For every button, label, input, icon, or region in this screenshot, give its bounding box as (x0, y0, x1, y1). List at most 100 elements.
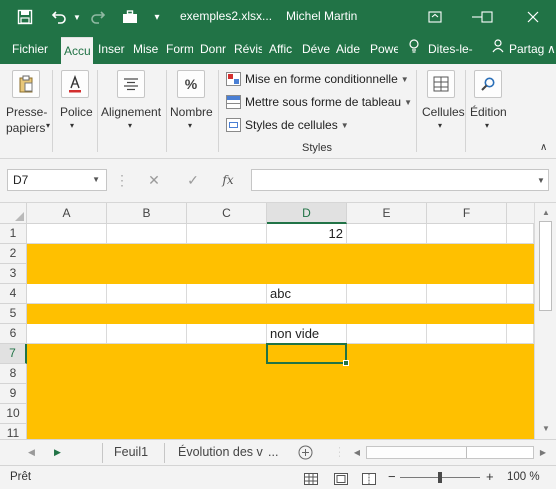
active-cell-selection[interactable] (266, 343, 349, 366)
enter-icon[interactable]: ✓ (182, 169, 204, 191)
scroll-left-icon[interactable]: ◀ (350, 446, 364, 459)
cell-a8[interactable] (27, 364, 107, 384)
row-header-1[interactable]: 1 (0, 224, 27, 244)
clipboard-dropdown-icon[interactable]: ▾ (46, 121, 50, 130)
format-as-table-button[interactable]: Mettre sous forme de tableau ▼ (226, 92, 412, 112)
cell-f9[interactable] (427, 384, 507, 404)
select-all-button[interactable] (0, 203, 27, 224)
cell-a2[interactable] (27, 244, 107, 264)
more-sheets-button[interactable]: ... (268, 440, 288, 465)
tab-revision[interactable]: Révis (234, 34, 262, 64)
expand-formula-bar-icon[interactable]: ▼ (534, 169, 548, 191)
column-header-c[interactable]: C (187, 203, 267, 224)
cell-e3[interactable] (347, 264, 427, 284)
cell-d6[interactable]: non vide (267, 324, 347, 344)
alignment-label[interactable]: Alignement (101, 105, 161, 119)
cell-c9[interactable] (187, 384, 267, 404)
cell-d8[interactable] (267, 364, 347, 384)
cell-c8[interactable] (187, 364, 267, 384)
name-box[interactable]: D7 ▼ (7, 169, 107, 191)
tab-affichage[interactable]: Affic (269, 34, 295, 64)
zoom-out-button[interactable]: − (388, 466, 396, 489)
tab-donnees[interactable]: Donr (200, 34, 227, 64)
cell-c6[interactable] (187, 324, 267, 344)
cell-f7[interactable] (427, 344, 507, 364)
cell-a1[interactable] (27, 224, 107, 244)
sheet-tab-evolution[interactable]: Évolution des v (178, 440, 266, 465)
cell-e5[interactable] (347, 304, 427, 324)
scroll-thumb[interactable] (367, 447, 467, 458)
cell-g5[interactable] (507, 304, 534, 324)
tab-accueil[interactable]: Accu (61, 37, 93, 64)
column-header-e[interactable]: E (347, 203, 427, 224)
zoom-level[interactable]: 100 % (507, 466, 540, 489)
cell-d3[interactable] (267, 264, 347, 284)
cell-f5[interactable] (427, 304, 507, 324)
collapse-ribbon-icon[interactable]: ∧ (540, 142, 547, 153)
zoom-in-button[interactable]: + (486, 466, 494, 489)
cell-b10[interactable] (107, 404, 187, 424)
font-label[interactable]: Police (60, 105, 93, 119)
scroll-down-icon[interactable]: ▼ (539, 422, 553, 436)
cell-g8[interactable] (507, 364, 534, 384)
cell-a3[interactable] (27, 264, 107, 284)
cell-e1[interactable] (347, 224, 427, 244)
normal-view-icon[interactable] (304, 471, 318, 485)
chevron-down-icon[interactable]: ▼ (92, 170, 100, 190)
cell-c11[interactable] (187, 424, 267, 439)
sheet-tab-feuil1[interactable]: Feuil1 (114, 440, 154, 465)
cell-d5[interactable] (267, 304, 347, 324)
cell-g2[interactable] (507, 244, 534, 264)
save-icon[interactable] (14, 0, 36, 34)
row-header-7[interactable]: 7 (0, 344, 27, 364)
cell-c5[interactable] (187, 304, 267, 324)
worksheet-grid[interactable]: A B C D E F 1 12 2 3 4 abc 5 6 non vide 7 8 9 10 11 (0, 203, 556, 439)
editing-dropdown-icon[interactable]: ▾ (485, 121, 489, 130)
row-header-11[interactable]: 11 (0, 424, 27, 439)
tell-me-input[interactable]: Dites-le- (428, 34, 480, 64)
cell-d1[interactable]: 12 (267, 224, 347, 244)
cell-b3[interactable] (107, 264, 187, 284)
cell-b9[interactable] (107, 384, 187, 404)
row-header-4[interactable]: 4 (0, 284, 27, 304)
tab-fichier[interactable]: Fichier (12, 34, 52, 64)
formula-bar-grip-icon[interactable]: ⋮ (115, 169, 129, 191)
cell-d11[interactable] (267, 424, 347, 439)
cell-e9[interactable] (347, 384, 427, 404)
cell-f6[interactable] (427, 324, 507, 344)
tab-power[interactable]: Powe (370, 34, 398, 64)
row-header-2[interactable]: 2 (0, 244, 27, 264)
cell-d4[interactable]: abc (267, 284, 347, 304)
cell-f1[interactable] (427, 224, 507, 244)
cell-e6[interactable] (347, 324, 427, 344)
scroll-right-icon[interactable]: ▶ (536, 446, 550, 459)
row-header-6[interactable]: 6 (0, 324, 27, 344)
cell-a11[interactable] (27, 424, 107, 439)
maximize-icon[interactable] (472, 0, 502, 34)
prev-sheet-icon[interactable]: ◀ (28, 440, 44, 465)
tab-aide[interactable]: Aide (336, 34, 364, 64)
cell-e7[interactable] (347, 344, 427, 364)
font-icon[interactable] (61, 70, 89, 98)
cell-c2[interactable] (187, 244, 267, 264)
cell-f3[interactable] (427, 264, 507, 284)
collapse-ribbon-icon[interactable]: ∧ (547, 34, 556, 64)
clipboard-label-2[interactable]: papiers (6, 121, 45, 135)
add-sheet-icon[interactable] (298, 444, 314, 460)
cell-g9[interactable] (507, 384, 534, 404)
cell-c3[interactable] (187, 264, 267, 284)
page-layout-view-icon[interactable] (334, 471, 348, 485)
cell-b4[interactable] (107, 284, 187, 304)
cell-g4[interactable] (507, 284, 534, 304)
scroll-up-icon[interactable]: ▲ (539, 206, 553, 220)
undo-dropdown-icon[interactable]: ▼ (72, 0, 82, 34)
tab-split-grip-icon[interactable]: ⋮ (334, 440, 340, 465)
number-dropdown-icon[interactable]: ▾ (188, 121, 192, 130)
clipboard-label-1[interactable]: Presse- (6, 105, 47, 119)
cell-a4[interactable] (27, 284, 107, 304)
redo-icon[interactable] (86, 0, 108, 34)
cell-e10[interactable] (347, 404, 427, 424)
cell-a6[interactable] (27, 324, 107, 344)
close-icon[interactable] (518, 0, 548, 34)
formula-input[interactable] (251, 169, 549, 191)
